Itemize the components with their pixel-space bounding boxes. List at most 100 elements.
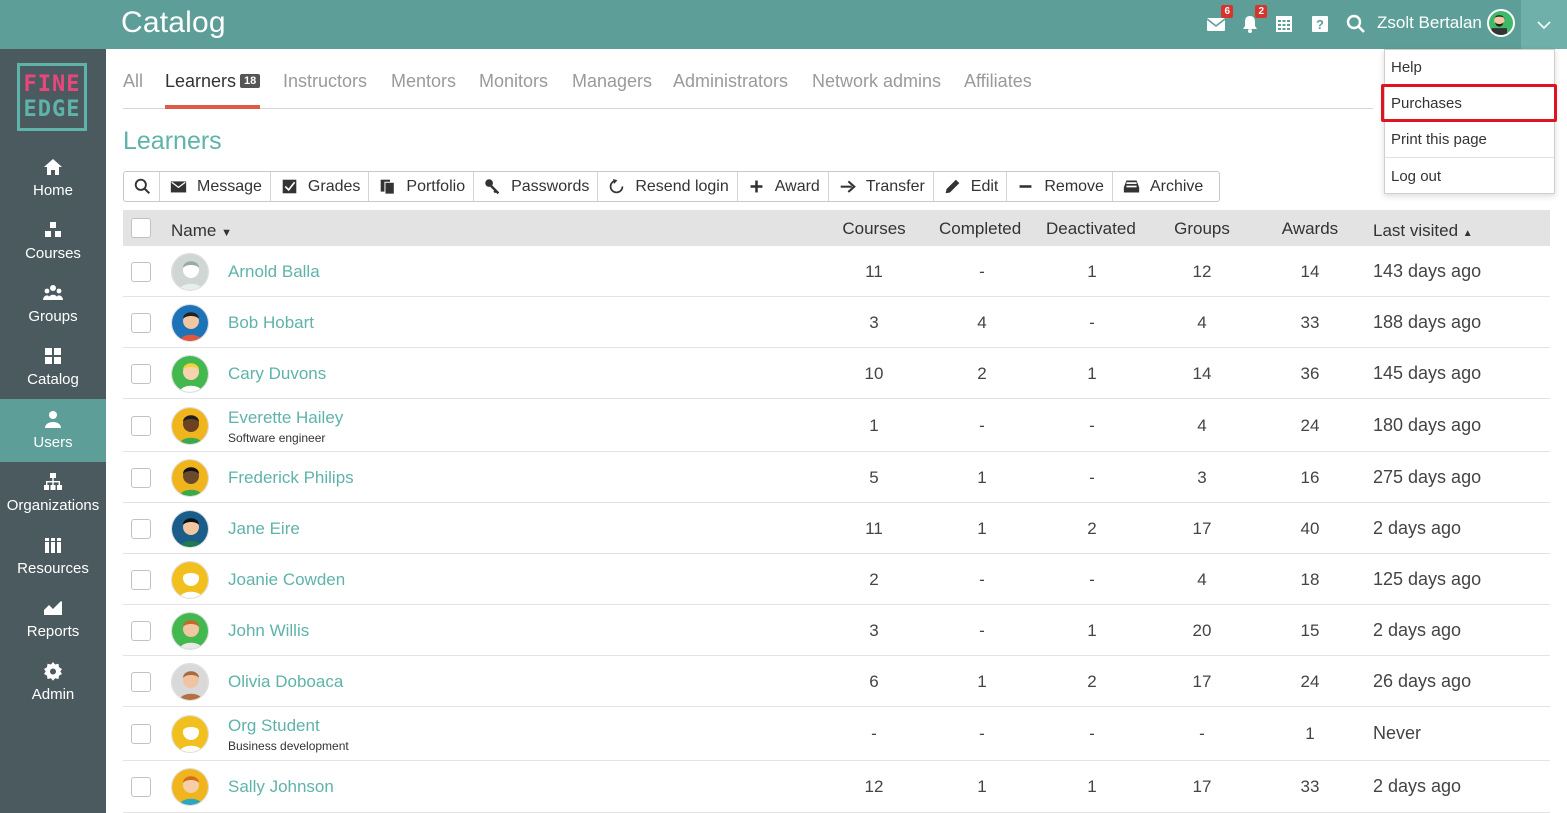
learner-name-link[interactable]: Sally Johnson [228, 777, 334, 797]
avatar[interactable] [171, 715, 209, 753]
avatar[interactable] [171, 510, 209, 548]
sidebar-item-reports[interactable]: Reports [0, 588, 106, 651]
table-row[interactable]: Everette Hailey Software engineer 1 - - 4 24 18… [123, 399, 1550, 452]
learner-name-link[interactable]: Org Student [228, 716, 320, 736]
row-checkbox[interactable] [131, 672, 151, 692]
column-header-courses[interactable]: Courses [834, 219, 914, 239]
tab-affiliates[interactable]: Affiliates [964, 71, 1032, 92]
avatar[interactable] [171, 612, 209, 650]
learner-name-link[interactable]: Everette Hailey [228, 408, 343, 428]
toolbar-portfolio-button[interactable]: Portfolio [369, 172, 475, 201]
row-checkbox[interactable] [131, 468, 151, 488]
row-checkbox[interactable] [131, 621, 151, 641]
avatar[interactable] [171, 768, 209, 806]
learner-name-link[interactable]: Cary Duvons [228, 364, 326, 384]
toolbar-archive-button[interactable]: Archive [1113, 172, 1211, 201]
column-header-groups[interactable]: Groups [1162, 219, 1242, 239]
tab-instructors[interactable]: Instructors [283, 71, 367, 92]
envelope-icon [170, 181, 187, 193]
calendar-button[interactable] [1271, 11, 1297, 37]
column-header-name[interactable]: Name ▼ [171, 221, 232, 241]
row-checkbox[interactable] [131, 416, 151, 436]
sidebar-item-catalog[interactable]: Catalog [0, 336, 106, 399]
learner-name-link[interactable]: Bob Hobart [228, 313, 314, 333]
avatar[interactable] [171, 459, 209, 497]
sidebar-item-courses[interactable]: Courses [0, 210, 106, 273]
user-name[interactable]: Zsolt Bertalan [1377, 13, 1482, 33]
toolbar-edit-button[interactable]: Edit [934, 172, 1008, 201]
sidebar-item-resources[interactable]: Resources [0, 525, 106, 588]
avatar[interactable] [171, 253, 209, 291]
column-header-last-visited[interactable]: Last visited ▲​ [1373, 221, 1473, 241]
learner-name-link[interactable]: Joanie Cowden [228, 570, 345, 590]
row-checkbox[interactable] [131, 724, 151, 744]
tab-network-admins[interactable]: Network admins [812, 71, 941, 92]
menu-item-print[interactable]: Print this page [1385, 122, 1554, 158]
table-row[interactable]: Jane Eire 11 1 2 17 40 2 days ago [123, 503, 1550, 554]
tab-learners[interactable]: Learners 18 [165, 71, 261, 92]
avatar[interactable] [171, 355, 209, 393]
user-avatar[interactable] [1487, 9, 1515, 37]
avatar[interactable] [171, 407, 209, 445]
row-checkbox[interactable] [131, 313, 151, 333]
table-row[interactable]: Org Student Business development - - - - 1 Neve… [123, 707, 1550, 761]
toolbar-transfer-button[interactable]: Transfer [829, 172, 934, 201]
search-button[interactable] [1343, 11, 1369, 37]
tab-administrators[interactable]: Administrators [673, 71, 788, 92]
avatar[interactable] [171, 663, 209, 701]
table-row[interactable]: Cary Duvons 10 2 1 14 36 145 days ago [123, 348, 1550, 399]
tab-all[interactable]: All [123, 71, 143, 92]
table-row[interactable]: John Willis 3 - 1 20 15 2 days ago [123, 605, 1550, 656]
cell-last-visited: 188 days ago [1373, 312, 1482, 332]
table-row[interactable]: Olivia Doboaca 6 1 2 17 24 26 days ago [123, 656, 1550, 707]
sort-icon: ▲​ [1462, 228, 1473, 239]
section-title: Learners [123, 127, 222, 155]
sidebar-item-users[interactable]: Users [0, 399, 106, 462]
toolbar-search-button[interactable] [124, 172, 160, 201]
column-header-awards[interactable]: Awards [1270, 219, 1350, 239]
learner-name-link[interactable]: Olivia Doboaca [228, 672, 343, 692]
learner-name-link[interactable]: Arnold Balla [228, 262, 320, 282]
table-row[interactable]: Sally Johnson 12 1 1 17 33 2 days ago [123, 761, 1550, 813]
learner-name-link[interactable]: Frederick Philips [228, 468, 354, 488]
table-row[interactable]: Frederick Philips 5 1 - 3 16 275 days ago [123, 452, 1550, 503]
table-row[interactable]: Arnold Balla 11 - 1 12 14 143 days ago [123, 246, 1550, 297]
avatar[interactable] [171, 304, 209, 342]
toolbar-grades-button[interactable]: Grades [271, 172, 370, 201]
select-all-checkbox[interactable] [131, 218, 151, 238]
menu-item-logout[interactable]: Log out [1385, 158, 1554, 194]
learner-name-link[interactable]: John Willis [228, 621, 309, 641]
column-header-completed[interactable]: Completed [939, 219, 1021, 239]
sidebar-item-organizations[interactable]: Organizations [0, 462, 106, 525]
sidebar-item-home[interactable]: Home [0, 147, 106, 210]
user-menu-toggle[interactable] [1521, 0, 1567, 49]
messages-button[interactable]: 6 [1203, 5, 1233, 37]
row-checkbox[interactable] [131, 262, 151, 282]
toolbar-resend-login-button[interactable]: Resend login [598, 172, 738, 201]
toolbar-remove-button[interactable]: Remove [1007, 172, 1113, 201]
table-row[interactable]: Bob Hobart 3 4 - 4 33 188 days ago [123, 297, 1550, 348]
sidebar-item-admin[interactable]: Admin [0, 651, 106, 714]
tab-monitors[interactable]: Monitors [479, 71, 548, 92]
row-checkbox[interactable] [131, 519, 151, 539]
tab-mentors[interactable]: Mentors [391, 71, 456, 92]
row-checkbox[interactable] [131, 570, 151, 590]
toolbar-label: Portfolio [406, 177, 466, 195]
column-header-deactivated[interactable]: Deactivated [1046, 219, 1136, 239]
toolbar-award-button[interactable]: Award [738, 172, 829, 201]
learner-name-link[interactable]: Jane Eire [228, 519, 300, 539]
toolbar-passwords-button[interactable]: Passwords [474, 172, 599, 201]
cell-last-visited: 143 days ago [1373, 261, 1482, 281]
help-button[interactable]: ? [1307, 11, 1333, 37]
menu-item-help[interactable]: Help [1385, 50, 1554, 86]
table-row[interactable]: Joanie Cowden 2 - - 4 18 125 days ago [123, 554, 1550, 605]
cell-last-visited: 145 days ago [1373, 363, 1482, 383]
row-checkbox[interactable] [131, 364, 151, 384]
toolbar-message-button[interactable]: Message [160, 172, 271, 201]
logo[interactable]: FINE EDGE [17, 63, 87, 131]
notifications-button[interactable]: 2 [1237, 5, 1267, 37]
row-checkbox[interactable] [131, 777, 151, 797]
sidebar-item-groups[interactable]: Groups [0, 273, 106, 336]
tab-managers[interactable]: Managers [572, 71, 652, 92]
avatar[interactable] [171, 561, 209, 599]
